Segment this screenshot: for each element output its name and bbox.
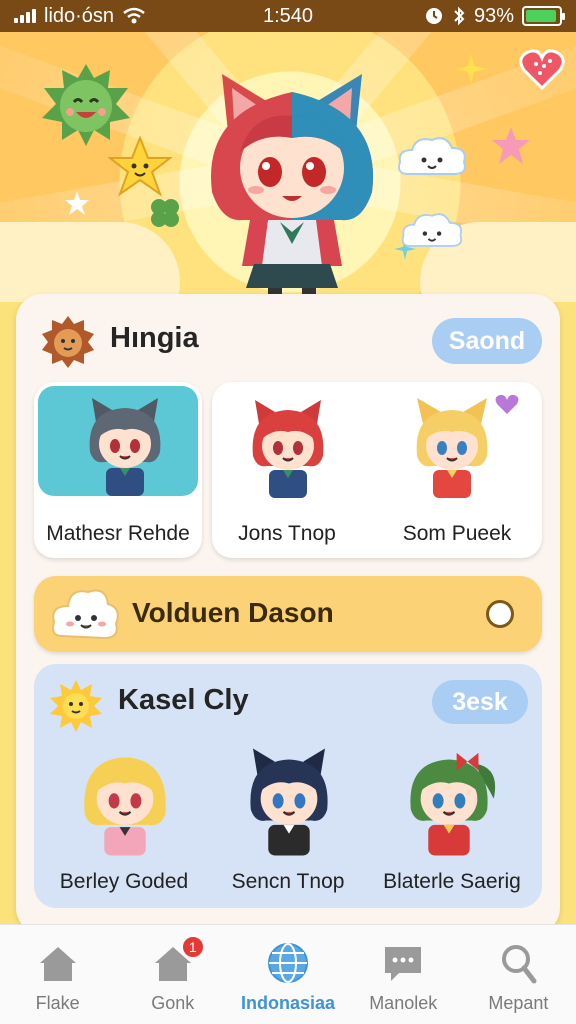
battery-icon [522,6,566,26]
anime-cat-girl-icon [211,74,373,300]
status-bar: lido·ósn 1:540 93% [0,0,576,32]
banner-radio-button[interactable] [486,600,514,628]
star-face-icon [108,136,172,197]
navy-hair-cat-boy-icon[interactable] [238,742,340,862]
heart-favorite-icon[interactable] [518,46,566,92]
wifi-icon [123,7,145,24]
bluetooth-icon [454,6,465,26]
green-hair-girl-icon[interactable] [398,742,500,862]
chat-icon [385,947,422,981]
character-name: Jons Tnop [238,522,336,545]
nav-label: Mepant [488,993,549,1013]
cloud-face-icon [398,137,466,175]
battery-percent: 93% [473,4,515,27]
character-name: Berley Goded [59,870,189,893]
nav-item-flake[interactable]: Flake [0,925,115,1024]
banner-title: Volduen Dason [132,597,334,628]
carrier-name: lido·ósn [44,4,115,27]
clover-icon [151,199,179,227]
hero-banner [0,32,576,302]
sparkle-icon [456,54,486,84]
red-hair-cat-girl-icon [252,400,324,498]
status-time: 1:540 [262,4,314,27]
alarm-icon [425,8,442,24]
signal-icon [14,9,36,23]
cloud-face-icon [401,213,463,247]
character-name: Mathesr Rehde [46,522,190,545]
character-card[interactable]: Mathesr Rehde [34,382,202,558]
nav-label: Manolek [369,993,438,1013]
character-name: Sencn Tnop [231,870,345,893]
nav-item-indonasiaa[interactable]: Indonasiaa [230,925,345,1024]
heart-sparkle-icon [495,394,519,414]
feature-banner[interactable]: Volduen Dason [34,576,542,652]
nav-label: Gonk [151,993,195,1013]
blonde-girl-icon[interactable] [74,742,176,862]
character-name: Som Pueek [402,522,512,545]
blonde-fox-girl-icon [416,398,488,498]
bottom-nav: Flake 1 Gonk Indonasiaa Manolek Mepant [0,924,576,1024]
lion-icon [42,316,94,368]
search-icon [502,945,537,984]
small-star-icon [65,191,89,215]
globe-icon [268,943,308,983]
pink-star-icon [492,127,530,164]
nav-item-mepant[interactable]: Mepant [461,925,576,1024]
home-icon [39,947,76,981]
section-title: Hıngia [110,322,199,354]
section-two-action-button[interactable]: 3esk [432,680,528,724]
gray-hair-cat-boy-icon [89,398,161,496]
notification-badge: 1 [180,935,205,959]
cloud-face-icon [52,589,119,640]
nav-label: Indonasiaa [240,993,336,1013]
character-card[interactable]: Jons Tnop Som Pueek [212,382,542,558]
nav-item-manolek[interactable]: Manolek [346,925,461,1024]
sun-face-icon [50,680,102,732]
section-title: Kasel Cly [118,684,249,716]
character-name: Blaterle Saerig [383,870,521,893]
nav-item-gonk[interactable]: 1 Gonk [115,925,230,1024]
home-badge-icon: 1 [151,935,205,985]
section-one-action-button[interactable]: Saond [432,318,542,364]
nav-label: Flake [35,993,80,1013]
